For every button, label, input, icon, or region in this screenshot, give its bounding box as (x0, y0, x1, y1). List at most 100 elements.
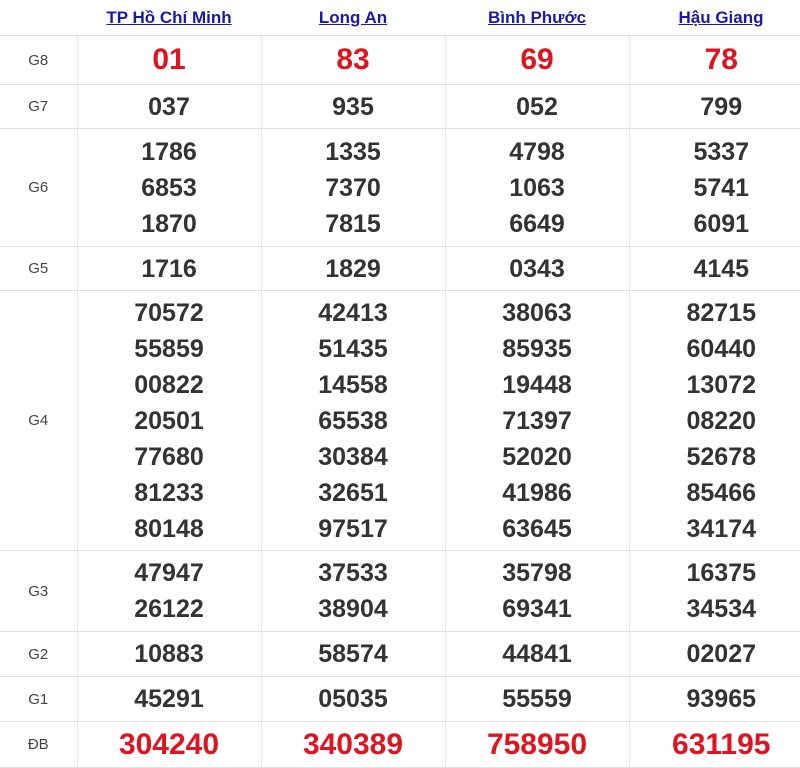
prize-number: 05035 (262, 681, 445, 717)
prize-number: 81233 (78, 475, 261, 511)
prize-cell: 10883 (77, 632, 261, 677)
prize-number: 1870 (78, 206, 261, 242)
prize-number: 30384 (262, 439, 445, 475)
prize-number: 52678 (630, 439, 800, 475)
prize-cell: 82715604401307208220526788546634174 (629, 291, 800, 551)
province-link-long-an[interactable]: Long An (319, 8, 387, 27)
prize-number: 45291 (78, 681, 261, 717)
prize-number: 42413 (262, 295, 445, 331)
prize-number: 26122 (78, 591, 261, 627)
province-header: Bình Phước (445, 0, 629, 36)
prize-cell: 83 (261, 36, 445, 85)
prize-number: 38063 (446, 295, 629, 331)
header-corner (0, 0, 77, 36)
prize-number: 037 (78, 89, 261, 125)
prize-number: 1716 (78, 251, 261, 287)
prize-cell: 133573707815 (261, 129, 445, 247)
prize-number: 80148 (78, 511, 261, 547)
prize-label: G4 (0, 291, 77, 551)
lottery-results-table: TP Hồ Chí Minh Long An Bình Phước Hậu Gi… (0, 0, 800, 768)
prize-cell: 58574 (261, 632, 445, 677)
prize-number: 51435 (262, 331, 445, 367)
prize-number: 78 (630, 39, 800, 81)
prize-number: 6853 (78, 170, 261, 206)
prize-cell: 304240 (77, 722, 261, 768)
prize-label: G1 (0, 677, 77, 722)
prize-number: 71397 (446, 403, 629, 439)
prize-number: 70572 (78, 295, 261, 331)
prize-number: 14558 (262, 367, 445, 403)
province-link-tp-ho-chi-minh[interactable]: TP Hồ Chí Minh (106, 8, 231, 27)
prize-cell: 45291 (77, 677, 261, 722)
prize-number: 5741 (630, 170, 800, 206)
prize-number: 4145 (630, 251, 800, 287)
prize-number: 6649 (446, 206, 629, 242)
province-header: Long An (261, 0, 445, 36)
prize-cell: 3753338904 (261, 551, 445, 632)
prize-number: 758950 (446, 724, 629, 766)
prize-number: 02027 (630, 636, 800, 672)
prize-number: 0343 (446, 251, 629, 287)
prize-number: 55559 (446, 681, 629, 717)
prize-number: 16375 (630, 555, 800, 591)
prize-number: 34174 (630, 511, 800, 547)
prize-number: 55859 (78, 331, 261, 367)
prize-number: 20501 (78, 403, 261, 439)
province-header-row: TP Hồ Chí Minh Long An Bình Phước Hậu Gi… (0, 0, 800, 36)
prize-cell: 1716 (77, 247, 261, 291)
prize-cell: 1829 (261, 247, 445, 291)
prize-cell: 01 (77, 36, 261, 85)
prize-row-g7: G7 037 935 052 799 (0, 85, 800, 129)
prize-cell: 55559 (445, 677, 629, 722)
prize-number: 5337 (630, 134, 800, 170)
prize-cell: 037 (77, 85, 261, 129)
prize-number: 799 (630, 89, 800, 125)
prize-number: 4798 (446, 134, 629, 170)
province-header: Hậu Giang (629, 0, 800, 36)
prize-row-g6: G6 178668531870 133573707815 47981063664… (0, 129, 800, 247)
prize-label: G2 (0, 632, 77, 677)
prize-number: 7370 (262, 170, 445, 206)
province-link-binh-phuoc[interactable]: Bình Phước (488, 8, 586, 27)
prize-number: 58574 (262, 636, 445, 672)
prize-cell: 44841 (445, 632, 629, 677)
prize-number: 00822 (78, 367, 261, 403)
prize-cell: 052 (445, 85, 629, 129)
prize-label: G8 (0, 36, 77, 85)
prize-label: ĐB (0, 722, 77, 768)
prize-number: 38904 (262, 591, 445, 627)
prize-number: 10883 (78, 636, 261, 672)
prize-number: 97517 (262, 511, 445, 547)
prize-label: G6 (0, 129, 77, 247)
prize-cell: 38063859351944871397520204198663645 (445, 291, 629, 551)
prize-number: 83 (262, 39, 445, 81)
prize-label: G3 (0, 551, 77, 632)
prize-row-g3: G3 4794726122 3753338904 3579869341 1637… (0, 551, 800, 632)
prize-number: 52020 (446, 439, 629, 475)
prize-number: 1335 (262, 134, 445, 170)
prize-cell: 4794726122 (77, 551, 261, 632)
prize-number: 35798 (446, 555, 629, 591)
prize-number: 34534 (630, 591, 800, 627)
prize-cell: 78 (629, 36, 800, 85)
prize-cell: 799 (629, 85, 800, 129)
province-link-hau-giang[interactable]: Hậu Giang (678, 8, 763, 27)
prize-number: 85466 (630, 475, 800, 511)
prize-number: 93965 (630, 681, 800, 717)
prize-row-g5: G5 1716 1829 0343 4145 (0, 247, 800, 291)
prize-cell: 340389 (261, 722, 445, 768)
prize-label: G7 (0, 85, 77, 129)
prize-number: 41986 (446, 475, 629, 511)
prize-number: 7815 (262, 206, 445, 242)
prize-number: 1829 (262, 251, 445, 287)
prize-row-g2: G2 10883 58574 44841 02027 (0, 632, 800, 677)
prize-number: 304240 (78, 724, 261, 766)
prize-cell: 935 (261, 85, 445, 129)
prize-cell: 02027 (629, 632, 800, 677)
prize-cell: 4145 (629, 247, 800, 291)
prize-cell: 479810636649 (445, 129, 629, 247)
prize-number: 631195 (630, 724, 800, 766)
prize-cell: 70572558590082220501776808123380148 (77, 291, 261, 551)
prize-row-g8: G8 01 83 69 78 (0, 36, 800, 85)
prize-number: 052 (446, 89, 629, 125)
